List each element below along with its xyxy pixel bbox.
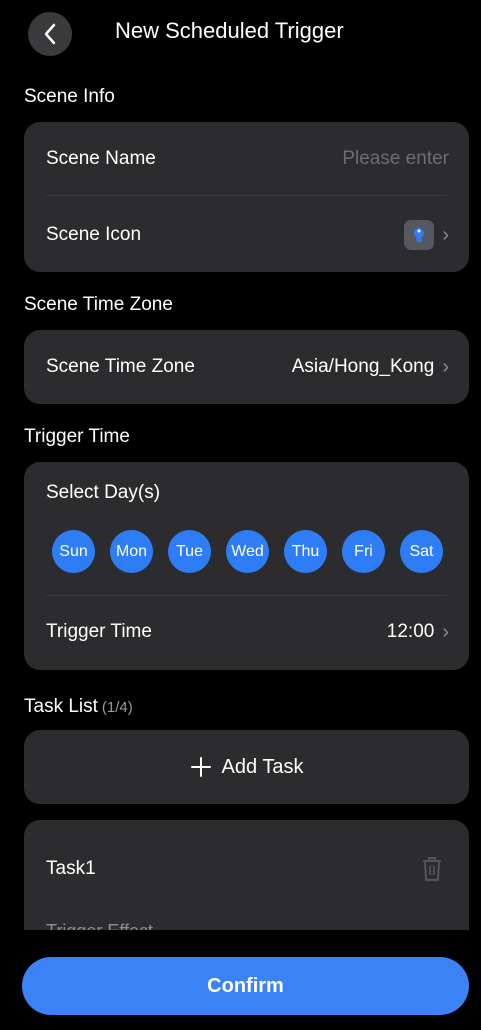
select-days-row: Select Day(s) xyxy=(46,476,449,510)
scene-name-row[interactable]: Scene Name Please enter xyxy=(46,140,449,178)
section-label-trigger-time: Trigger Time xyxy=(24,426,130,447)
section-label-task-list: Task List (1/4) xyxy=(24,696,133,718)
trigger-time-row[interactable]: Trigger Time 12:00 › xyxy=(46,612,449,652)
plus-icon xyxy=(190,757,211,777)
scene-icon-row[interactable]: Scene Icon › xyxy=(46,216,449,254)
day-tue[interactable]: Tue xyxy=(168,530,211,573)
trigger-time-label: Trigger Time xyxy=(46,621,152,642)
divider xyxy=(46,195,447,196)
task-list-label: Task List xyxy=(24,696,98,717)
task1-label: Task1 xyxy=(46,858,96,879)
day-thu[interactable]: Thu xyxy=(284,530,327,573)
day-mon[interactable]: Mon xyxy=(110,530,153,573)
page-title: New Scheduled Trigger xyxy=(115,18,344,43)
day-selector: Sun Mon Tue Wed Thu Fri Sat xyxy=(52,530,443,573)
scene-name-label: Scene Name xyxy=(46,148,156,169)
add-task-label: Add Task xyxy=(221,755,304,778)
task1-row: Task1 xyxy=(46,850,449,888)
time-zone-card: Scene Time Zone Asia/Hong_Kong › xyxy=(24,330,469,404)
header: New Scheduled Trigger xyxy=(0,0,481,70)
day-sun[interactable]: Sun xyxy=(52,530,95,573)
day-sat[interactable]: Sat xyxy=(400,530,443,573)
time-zone-row[interactable]: Scene Time Zone Asia/Hong_Kong › xyxy=(46,348,449,386)
task-count: (1/4) xyxy=(101,699,133,716)
scene-info-card: Scene Name Please enter Scene Icon › xyxy=(24,122,469,272)
day-wed[interactable]: Wed xyxy=(226,530,269,573)
scene-icon-label: Scene Icon xyxy=(46,224,142,245)
trigger-time-value: 12:00 xyxy=(386,621,435,642)
select-days-label: Select Day(s) xyxy=(46,482,161,503)
chevron-left-icon xyxy=(44,23,56,45)
divider xyxy=(46,595,447,596)
lightbulb-icon xyxy=(414,228,425,242)
section-label-time-zone: Scene Time Zone xyxy=(24,294,173,315)
section-label-scene-info: Scene Info xyxy=(24,86,115,107)
chevron-right-icon: › xyxy=(442,620,449,643)
chevron-right-icon: › xyxy=(442,223,449,246)
scene-name-input[interactable]: Please enter xyxy=(342,148,449,170)
scene-icon-preview xyxy=(404,220,435,250)
time-zone-value: Asia/Hong_Kong xyxy=(291,356,435,377)
confirm-button[interactable]: Confirm xyxy=(22,957,469,1015)
trigger-time-card: Select Day(s) Sun Mon Tue Wed Thu Fri Sa… xyxy=(24,462,469,670)
back-button[interactable] xyxy=(28,12,72,56)
day-fri[interactable]: Fri xyxy=(342,530,385,573)
chevron-right-icon: › xyxy=(442,355,449,378)
time-zone-label: Scene Time Zone xyxy=(46,356,195,377)
trash-icon[interactable] xyxy=(421,856,443,882)
add-task-button[interactable]: Add Task xyxy=(24,730,469,804)
